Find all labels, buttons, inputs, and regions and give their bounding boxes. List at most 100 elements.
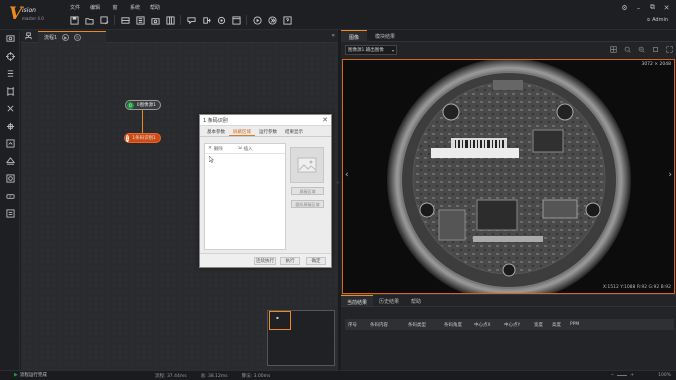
menu-system[interactable]: 系统 [125, 4, 145, 11]
save-as-icon[interactable] [98, 14, 110, 26]
open-folder-icon[interactable] [83, 14, 95, 26]
tab-image[interactable]: 图像 [341, 30, 368, 42]
next-image-icon[interactable]: › [668, 170, 672, 180]
collapse-icon[interactable]: « [331, 32, 335, 39]
run-button[interactable]: 执行 [280, 257, 300, 265]
tab-help[interactable]: 帮助 [405, 295, 427, 306]
restore-icon[interactable]: ⧉ [649, 3, 656, 11]
image-view-controls [609, 45, 673, 53]
column-header: 序号 [348, 322, 357, 328]
layout-icon[interactable] [119, 14, 131, 26]
deep-learning-icon[interactable] [0, 100, 20, 118]
user-name: Admin [652, 17, 668, 23]
ok-button[interactable]: 确定 [306, 257, 326, 265]
image-source-icon[interactable] [134, 14, 146, 26]
grid-icon[interactable] [609, 45, 617, 53]
defect-icon[interactable] [0, 170, 20, 188]
node-index-badge: 0 [127, 101, 134, 109]
run-once-icon[interactable] [251, 14, 263, 26]
tab-flow-1[interactable]: 流程1 ▶ ↻ [38, 31, 106, 43]
loop-flow-icon[interactable]: ↻ [74, 34, 82, 41]
help-icon[interactable] [281, 14, 293, 26]
fullscreen-icon[interactable] [665, 45, 673, 53]
prev-image-icon[interactable]: ‹ [345, 170, 349, 180]
continuous-run-button[interactable]: 连续执行 [254, 257, 276, 265]
image-viewer[interactable]: 3072 × 2048 ‹ › X:1512 Y:1088 R:92 G:92 … [342, 59, 675, 294]
image-panel-tabs: 图像 模块结果 [341, 30, 676, 42]
settings-icon[interactable]: ⚙ [621, 4, 628, 12]
toolbar-separator [180, 15, 181, 25]
locate-icon[interactable] [0, 48, 20, 66]
barcode-dialog: 1 条码识别 ✕ 基本参数 屏蔽区域 运行参数 结果显示 ✕ 删除 ⇲ 插入 屏蔽区… [199, 114, 332, 268]
tab-result-display[interactable]: 结果显示 [281, 126, 307, 136]
flow-node-image-source[interactable]: 0 0图像源1 [125, 100, 161, 110]
zoom-slider[interactable] [617, 375, 628, 376]
tab-mask-region[interactable]: 屏蔽区域 [229, 126, 255, 136]
title-bar: V ision master 4.0 文件 编辑 窗 系统 帮助 ⚙ – ⧉ ✕… [0, 0, 676, 30]
run-flow-icon[interactable]: ▶ [62, 34, 70, 41]
run-loop-icon[interactable] [266, 14, 278, 26]
menu-window[interactable]: 窗 [105, 4, 125, 11]
logic-icon[interactable]: IF [0, 188, 20, 206]
color-icon[interactable] [0, 153, 20, 171]
tab-module-result[interactable]: 模块结果 [367, 30, 403, 42]
fit-icon[interactable] [651, 45, 659, 53]
export-icon[interactable] [200, 14, 212, 26]
menu-edit[interactable]: 编辑 [85, 4, 105, 11]
zoom-out-icon[interactable] [637, 45, 645, 53]
close-icon[interactable]: ✕ [322, 116, 328, 124]
zoom-in-icon[interactable]: + [630, 373, 634, 378]
dialog-footer: 连续执行 执行 确定 [200, 253, 331, 267]
flow-tree-icon[interactable] [24, 32, 33, 41]
minimap-viewport[interactable] [269, 311, 291, 330]
image-placeholder [290, 147, 324, 183]
close-icon[interactable]: ✕ [663, 4, 670, 12]
mask-region-button[interactable]: 屏蔽区域 [291, 187, 324, 195]
measure-icon[interactable] [0, 65, 20, 83]
column-header: 条码内容 [370, 322, 388, 328]
node-index-badge: 1 [126, 134, 130, 142]
module-list-icon[interactable] [164, 14, 176, 26]
calibrate-icon[interactable] [0, 118, 20, 136]
tool-icon[interactable] [0, 205, 20, 223]
column-header: 条码类型 [408, 322, 426, 328]
minimize-icon[interactable]: – [635, 4, 642, 12]
algo-time: 算法: 3.00ms [241, 374, 271, 379]
zoom-out-icon[interactable]: − [610, 373, 614, 378]
save-icon[interactable] [68, 14, 80, 26]
menu-help[interactable]: 帮助 [145, 4, 165, 11]
result-panel: 当前结果 历史结果 帮助 序号 条码内容 条码类型 条码角度 中心点X 中心点Y… [341, 294, 676, 370]
window-icon[interactable] [230, 14, 242, 26]
run-status: ▶ 流程运行完成 [14, 372, 47, 378]
dialog-title: 1 条码识别 [203, 117, 228, 124]
zoom-in-icon[interactable] [623, 45, 631, 53]
insert-button[interactable]: ⇲ 插入 [238, 146, 253, 152]
image-icon[interactable] [0, 30, 20, 48]
menu-file[interactable]: 文件 [65, 4, 85, 11]
pcb-image [343, 60, 674, 293]
total-time: 总: 38.12ms [200, 374, 228, 379]
settings-icon[interactable] [215, 14, 227, 26]
image-toolbar: 图像源1.输出图像 ▾ [341, 42, 676, 57]
mask-region-list[interactable]: ✕ 删除 ⇲ 插入 [204, 143, 286, 250]
camera-icon[interactable] [149, 14, 161, 26]
image-source-select[interactable]: 图像源1.输出图像 ▾ [345, 45, 397, 55]
main-toolbar [68, 14, 293, 26]
user-button[interactable]: ⍝ Admin [647, 17, 668, 23]
column-header: 高度 [552, 322, 561, 328]
tab-run-params[interactable]: 运行参数 [255, 126, 281, 136]
tab-current-result[interactable]: 当前结果 [341, 295, 374, 306]
flow-minimap[interactable]: ▪ [267, 310, 335, 366]
recognize-icon[interactable] [0, 83, 20, 101]
list-actions: ✕ 删除 ⇲ 插入 [205, 144, 285, 154]
zoom-controls: − + [610, 373, 634, 378]
insert-icon: ⇲ [237, 146, 242, 151]
tab-history-result[interactable]: 历史结果 [373, 295, 405, 306]
collapse-arrow-icon[interactable]: › [337, 180, 339, 186]
compare-icon[interactable] [0, 135, 20, 153]
circle-mask-button[interactable]: 圆形屏蔽区域 [291, 200, 324, 208]
delete-button[interactable]: ✕ 删除 [208, 146, 223, 152]
flow-node-barcode[interactable]: 1 1条码识别1 [124, 133, 161, 143]
tab-basic-params[interactable]: 基本参数 [203, 126, 229, 136]
communication-icon[interactable] [185, 14, 197, 26]
